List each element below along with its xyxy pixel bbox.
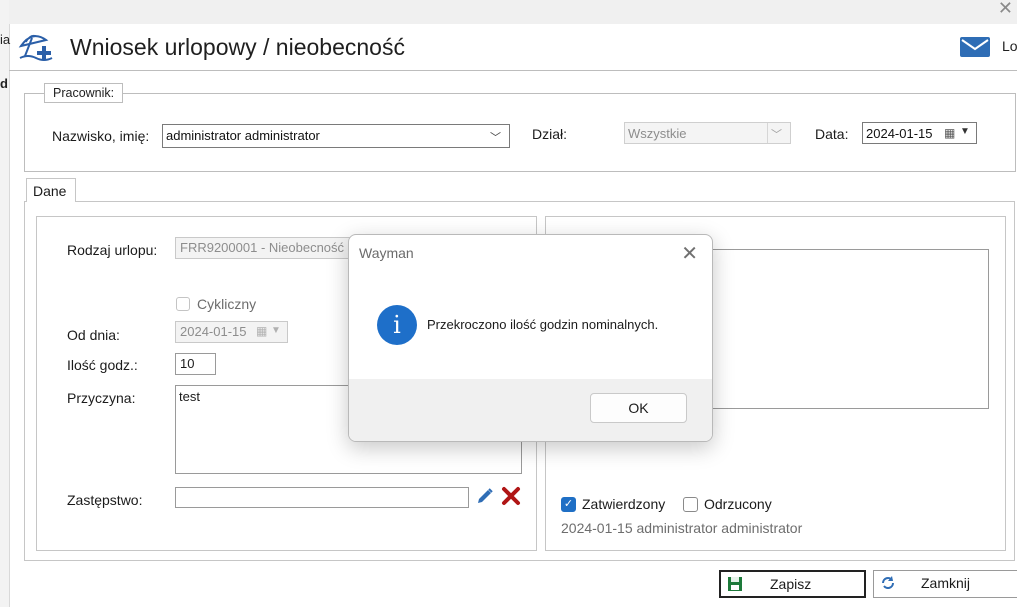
header-divider [9,70,1017,71]
refresh-icon [880,574,896,598]
approved-label: Zatwierdzony [582,496,666,512]
mail-icon[interactable] [959,36,991,61]
approved-checkbox[interactable]: ✓ [561,497,576,512]
date-label: Data: [815,126,849,142]
edit-pencil-icon[interactable] [475,486,495,509]
dialog-message: Przekroczono ilość godzin nominalnych. [427,317,659,332]
employee-name-value: administrator administrator [166,128,320,143]
cyclic-label: Cykliczny [197,296,257,312]
window-titlebar [9,0,1017,24]
name-label: Nazwisko, imię: [52,128,150,144]
background-window-text: d [0,76,8,91]
department-value: Wszystkie [628,126,687,141]
hours-input[interactable]: 10 [175,353,216,375]
department-label: Dział: [532,126,568,142]
background-window-text: ia [0,32,11,47]
employee-group-label: Pracownik: [44,83,124,103]
reason-label: Przyczyna: [67,390,136,406]
chevron-down-icon: ﹀ [490,132,501,144]
hours-label: Ilość godz.: [67,357,138,373]
close-button-label: Zamknij [921,575,971,591]
reason-value: test [179,389,200,404]
delete-x-icon[interactable] [501,486,521,509]
from-date-value: 2024-01-15 [180,324,247,339]
approval-info: 2024-01-15 administrator administrator [561,520,803,536]
calendar-icon: ▦ [256,324,268,338]
close-button[interactable]: Zamknij [873,570,1017,598]
leave-type-label: Rodzaj urlopu: [67,242,158,258]
vacation-umbrella-icon [18,30,54,64]
message-dialog: Wayman ✕ i Przekroczono ilość godzin nom… [348,234,713,442]
leave-type-value: FRR9200001 - Nieobecność [180,240,345,255]
rejected-label: Odrzucony [704,496,772,512]
background-window [0,0,10,607]
ok-button[interactable]: OK [590,393,687,423]
employee-name-select[interactable]: administrator administrator ﹀ [162,124,510,148]
info-icon: i [377,305,417,345]
save-disk-icon [727,575,743,599]
leave-type-select: FRR9200001 - Nieobecność [175,237,353,259]
from-date-label: Od dnia: [67,327,120,343]
dialog-close-icon[interactable]: ✕ [681,241,698,266]
dialog-title: Wayman [359,245,414,261]
hours-value: 10 [180,356,195,371]
rejected-checkbox[interactable] [683,497,698,512]
tab-dane[interactable]: Dane [26,178,76,202]
tab-label: Dane [33,183,67,199]
select-divider [767,123,768,143]
chevron-down-icon: ﹀ [771,129,782,141]
date-picker[interactable]: 2024-01-15 ▦ ▼ [862,122,977,144]
department-select: Wszystkie ﹀ [624,122,791,144]
save-button[interactable]: Zapisz [719,570,866,598]
cyclic-checkbox [176,297,190,311]
dropdown-arrow-icon[interactable]: ▼ [960,126,970,137]
substitute-input[interactable] [175,487,469,508]
date-value: 2024-01-15 [866,126,933,141]
ok-button-label: OK [628,400,649,416]
dropdown-arrow-icon: ▼ [271,325,281,336]
substitute-label: Zastępstwo: [67,492,143,508]
save-button-label: Zapisz [770,576,812,592]
window-close-icon[interactable]: ✕ [998,0,1013,19]
from-date-picker: 2024-01-15 ▦ ▼ [175,321,288,343]
calendar-icon[interactable]: ▦ [944,126,955,140]
page-title: Wniosek urlopowy / nieobecność [70,34,405,60]
mail-label[interactable]: Lo [1002,38,1017,54]
